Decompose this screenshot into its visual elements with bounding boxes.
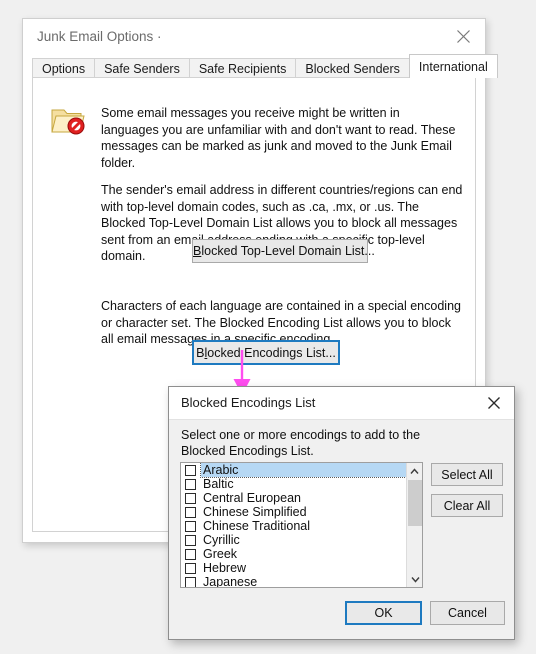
tab-blocked-senders[interactable]: Blocked Senders [295,58,410,78]
tab-strip: Options Safe Senders Safe Recipients Blo… [32,54,498,78]
scrollbar-thumb[interactable] [408,480,422,526]
outer-dialog-title: Junk Email Options · [37,29,162,44]
listbox-scrollbar[interactable] [406,463,422,587]
checkbox[interactable] [185,464,196,476]
blocked-encodings-list-dialog: Blocked Encodings List Select one or mor… [168,386,515,640]
blocked-encodings-list-button[interactable]: Blocked Encodings List... [192,340,340,365]
tab-options[interactable]: Options [32,58,96,78]
list-item-label: Chinese Traditional [203,519,311,533]
checkbox[interactable] [185,520,196,532]
enc-button-pre: B [196,345,205,360]
blocked-folder-icon [51,105,87,137]
list-item[interactable]: Central European [181,491,406,505]
list-item[interactable]: Hebrew [181,561,406,575]
encodings-list: Arabic Baltic Central European Chinese S… [181,463,407,588]
checkbox[interactable] [185,534,196,546]
checkbox[interactable] [185,562,196,574]
list-item-label: Greek [203,547,238,561]
list-item[interactable]: Baltic [181,477,406,491]
tab-safe-recipients[interactable]: Safe Recipients [188,58,297,78]
enc-button-label: ocked Encodings List... [207,345,336,360]
list-item-label: Cyrillic [203,533,240,547]
tab-international[interactable]: International [408,54,498,78]
select-all-button[interactable]: Select All [431,463,503,486]
list-item[interactable]: Arabic [181,463,407,478]
outer-dialog-titlebar: Junk Email Options · [23,19,485,55]
list-item-label: Central European [203,491,301,505]
blocked-top-level-domain-list-button[interactable]: Blocked Top-Level Domain List... [192,239,375,263]
list-item[interactable]: Cyrillic [181,533,406,547]
chevron-up-icon[interactable] [407,463,422,479]
checkbox[interactable] [185,478,196,490]
clear-all-button[interactable]: Clear All [431,494,503,517]
checkbox[interactable] [185,548,196,560]
list-item-label: Japanese [203,575,258,588]
tab-safe-senders[interactable]: Safe Senders [94,58,190,78]
inner-dialog-titlebar: Blocked Encodings List [169,387,514,420]
inner-dialog-title: Blocked Encodings List [181,395,316,410]
checkbox[interactable] [185,506,196,518]
ok-button[interactable]: OK [345,601,422,625]
encodings-instruction-text: Select one or more encodings to add to t… [181,428,421,458]
list-item[interactable]: Chinese Simplified [181,505,406,519]
close-icon[interactable] [474,387,514,418]
chevron-down-icon[interactable] [407,571,422,587]
encodings-listbox[interactable]: Arabic Baltic Central European Chinese S… [180,462,423,588]
list-item[interactable]: Chinese Traditional [181,519,406,533]
close-icon[interactable] [441,19,485,53]
list-item[interactable]: Greek [181,547,406,561]
tld-button-label: locked Top-Level Domain List... [201,244,375,258]
checkbox[interactable] [185,576,196,587]
international-intro-text: Some email messages you receive might be… [101,106,456,170]
list-item-label: Arabic [200,463,407,478]
list-item-label: Hebrew [203,561,247,575]
list-item[interactable]: Japanese [181,575,406,588]
list-item-label: Chinese Simplified [203,505,307,519]
checkbox[interactable] [185,492,196,504]
cancel-button[interactable]: Cancel [430,601,505,625]
list-item-label: Baltic [203,477,234,491]
